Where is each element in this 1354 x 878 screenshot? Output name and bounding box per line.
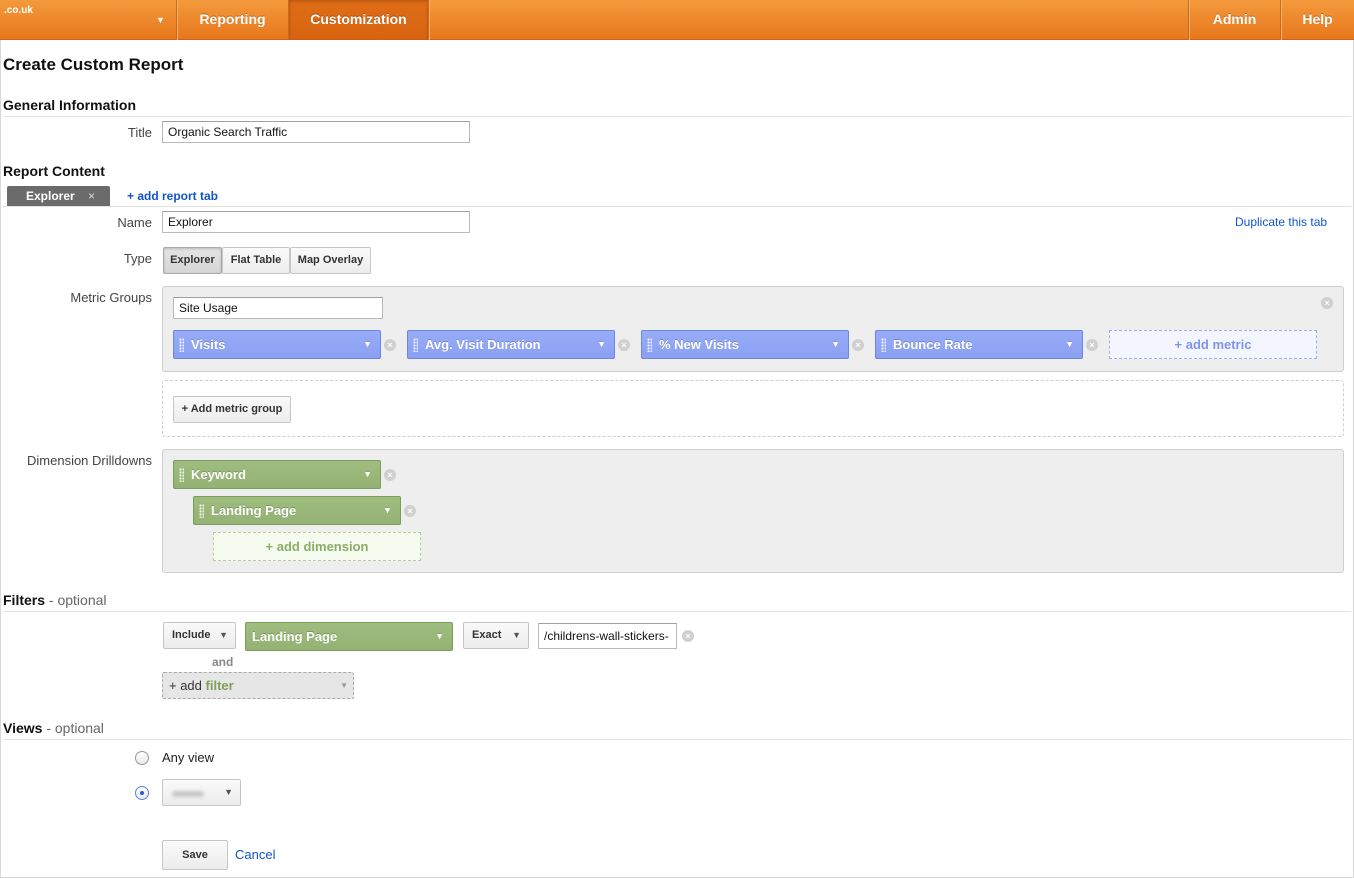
account-name: .co.uk	[4, 5, 33, 16]
general-info-heading: General Information	[3, 97, 137, 113]
filters-heading: Filters - optional	[3, 592, 107, 608]
tab-name-input[interactable]: Explorer	[162, 211, 470, 233]
add-dimension-button[interactable]: + add dimension	[213, 532, 421, 561]
type-map-overlay-button[interactable]: Map Overlay	[290, 247, 371, 274]
chevron-down-icon: ▼	[383, 505, 392, 515]
save-button[interactable]: Save	[162, 840, 228, 870]
any-view-radio[interactable]	[135, 751, 149, 765]
drag-handle-icon[interactable]	[179, 338, 184, 352]
metric-chip-label: % New Visits	[659, 337, 739, 352]
remove-metric-icon[interactable]: ×	[384, 339, 396, 351]
filter-match-select[interactable]: Exact ▼	[463, 622, 529, 649]
dimension-chip[interactable]: Landing Page ▼	[193, 496, 401, 525]
nav-customization[interactable]: Customization	[289, 0, 428, 40]
chevron-down-icon: ▼	[340, 681, 348, 690]
chevron-down-icon: ▼	[363, 339, 372, 349]
view-select[interactable]: ▼	[162, 779, 241, 806]
top-nav-bar: .co.uk ▼ Reporting Customization Admin H…	[0, 0, 1354, 40]
page-title: Create Custom Report	[3, 55, 184, 74]
remove-metric-group-icon[interactable]: ×	[1321, 297, 1333, 309]
remove-filter-icon[interactable]: ×	[682, 630, 694, 642]
filter-and-label: and	[212, 655, 234, 669]
filter-dimension-select[interactable]: Landing Page ▼	[245, 622, 453, 651]
chevron-down-icon: ▼	[435, 631, 444, 641]
add-filter-plus: + add	[169, 678, 202, 693]
remove-metric-icon[interactable]: ×	[618, 339, 630, 351]
views-heading-text: Views	[3, 720, 43, 736]
drag-handle-icon[interactable]	[179, 468, 184, 482]
redacted-view-name	[172, 791, 204, 797]
report-tab-label: Explorer	[26, 189, 75, 203]
remove-metric-icon[interactable]: ×	[1086, 339, 1098, 351]
dimension-chip-label: Landing Page	[211, 503, 297, 518]
chevron-down-icon: ▼	[1065, 339, 1074, 349]
remove-dimension-icon[interactable]: ×	[384, 469, 396, 481]
drag-handle-icon[interactable]	[647, 338, 652, 352]
nav-reporting[interactable]: Reporting	[177, 0, 288, 40]
add-report-tab-link[interactable]: + add report tab	[127, 189, 218, 203]
title-input[interactable]: Organic Search Traffic	[162, 121, 470, 143]
filter-include-select[interactable]: Include ▼	[163, 622, 236, 649]
add-metric-group-area	[162, 380, 1344, 437]
drag-handle-icon[interactable]	[199, 504, 204, 518]
drag-handle-icon[interactable]	[881, 338, 886, 352]
chevron-down-icon: ▼	[512, 630, 521, 640]
chevron-down-icon: ▼	[224, 787, 233, 797]
metric-groups-label: Metric Groups	[70, 290, 152, 305]
metric-chip[interactable]: % New Visits ▼	[641, 330, 849, 359]
type-label: Type	[123, 251, 152, 266]
divider	[3, 611, 1351, 612]
metric-chip-label: Avg. Visit Duration	[425, 337, 541, 352]
title-label: Title	[127, 125, 152, 140]
any-view-label: Any view	[162, 750, 215, 765]
report-content-heading: Report Content	[3, 163, 105, 179]
add-metric-button[interactable]: + add metric	[1109, 330, 1317, 359]
filter-match-value: Exact	[472, 629, 502, 641]
chevron-down-icon: ▼	[831, 339, 840, 349]
name-label: Name	[117, 215, 152, 230]
divider	[3, 116, 1351, 117]
metric-chip[interactable]: Visits ▼	[173, 330, 381, 359]
cancel-link[interactable]: Cancel	[235, 847, 275, 862]
filter-value-input[interactable]: /childrens-wall-stickers-	[538, 623, 677, 649]
remove-metric-icon[interactable]: ×	[852, 339, 864, 351]
chevron-down-icon: ▼	[597, 339, 606, 349]
dimension-chip[interactable]: Keyword ▼	[173, 460, 381, 489]
chevron-down-icon: ▼	[363, 469, 372, 479]
metric-group-name-input[interactable]: Site Usage	[173, 297, 383, 319]
metric-chip-label: Visits	[191, 337, 226, 352]
filter-include-value: Include	[172, 629, 211, 641]
add-filter-word: filter	[205, 678, 234, 693]
drag-handle-icon[interactable]	[413, 338, 418, 352]
type-explorer-button[interactable]: Explorer	[163, 247, 222, 274]
metric-chip-label: Bounce Rate	[893, 337, 973, 352]
filter-dimension-value: Landing Page	[252, 629, 338, 644]
views-heading: Views - optional	[3, 720, 104, 736]
metric-chip[interactable]: Avg. Visit Duration ▼	[407, 330, 615, 359]
nav-help[interactable]: Help	[1281, 0, 1354, 40]
type-flat-table-button[interactable]: Flat Table	[222, 247, 290, 274]
chevron-down-icon: ▼	[219, 630, 228, 640]
metric-chip[interactable]: Bounce Rate ▼	[875, 330, 1083, 359]
remove-dimension-icon[interactable]: ×	[404, 505, 416, 517]
specific-view-radio[interactable]	[135, 786, 149, 800]
account-dropdown-icon[interactable]: ▼	[156, 15, 165, 25]
filters-heading-text: Filters	[3, 592, 46, 608]
divider	[3, 206, 1351, 207]
nav-admin[interactable]: Admin	[1189, 0, 1280, 40]
dimension-drilldowns-label: Dimension Drilldowns	[27, 453, 152, 468]
close-tab-icon[interactable]: ×	[88, 186, 95, 206]
add-metric-group-button[interactable]: + Add metric group	[173, 396, 291, 423]
divider	[3, 739, 1351, 740]
dimension-chip-label: Keyword	[191, 467, 246, 482]
duplicate-tab-link[interactable]: Duplicate this tab	[1235, 215, 1327, 229]
nav-separator	[428, 0, 429, 40]
filters-optional-text: - optional	[48, 592, 107, 608]
views-optional-text: - optional	[46, 720, 104, 736]
add-filter-button[interactable]: + add filter ▼	[162, 672, 354, 699]
